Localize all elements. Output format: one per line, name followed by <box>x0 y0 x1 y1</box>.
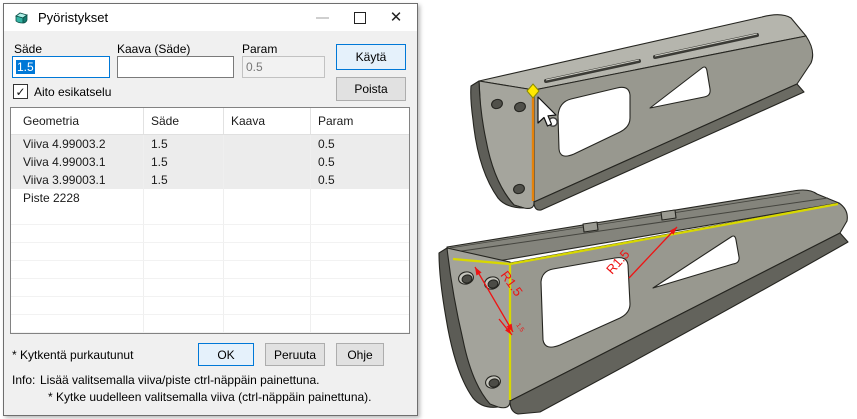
table-row[interactable]: Viiva 4.99003.21.5 0.5 <box>11 135 409 153</box>
table-cell[interactable]: 1.5 <box>144 153 224 171</box>
table-row[interactable]: Viiva 3.99003.11.5 0.5 <box>11 171 409 189</box>
maximize-button[interactable] <box>343 4 377 31</box>
table-row[interactable] <box>11 315 409 333</box>
table-row[interactable]: Viiva 4.99003.11.5 0.5 <box>11 153 409 171</box>
table-column-header[interactable]: Säde <box>144 108 224 134</box>
table-cell[interactable] <box>311 279 409 297</box>
preview-checkbox-label: Aito esikatselu <box>34 85 111 99</box>
cad-viewport[interactable]: R1.5 R1.5 1.5 <box>418 0 857 419</box>
table-cell[interactable] <box>224 279 311 297</box>
table-row[interactable] <box>11 261 409 279</box>
status-note: * Kytkentä purkautunut <box>12 348 133 362</box>
table-cell[interactable] <box>311 261 409 279</box>
table-cell[interactable] <box>11 297 144 315</box>
table-cell[interactable] <box>144 189 224 207</box>
checkbox-checked-icon[interactable]: ✓ <box>13 84 28 99</box>
table-row[interactable] <box>11 225 409 243</box>
dialog-titlebar[interactable]: Pyöristykset ✕ <box>4 4 417 31</box>
table-cell[interactable]: 1.5 <box>144 171 224 189</box>
table-cell[interactable] <box>224 189 311 207</box>
table-column-header[interactable]: Geometria <box>11 108 144 134</box>
minimize-icon <box>316 17 329 19</box>
minimize-button[interactable] <box>305 4 339 31</box>
table-cell[interactable] <box>11 261 144 279</box>
table-cell[interactable] <box>224 261 311 279</box>
table-cell[interactable]: 0.5 <box>311 135 409 153</box>
table-cell[interactable] <box>11 207 144 225</box>
table-column-header[interactable]: Param <box>311 108 409 134</box>
table-cell[interactable]: Viiva 4.99003.2 <box>11 135 144 153</box>
formula-label: Kaava (Säde) <box>117 42 190 56</box>
table-cell[interactable] <box>224 315 311 333</box>
help-button[interactable]: Ohje <box>336 343 384 366</box>
close-icon: ✕ <box>390 10 403 25</box>
table-cell[interactable] <box>311 243 409 261</box>
remove-button[interactable]: Poista <box>336 77 406 101</box>
radius-input-value: 1.5 <box>16 60 35 74</box>
formula-input[interactable] <box>117 56 234 78</box>
table-cell[interactable] <box>144 315 224 333</box>
table-cell[interactable] <box>11 225 144 243</box>
table-cell[interactable]: 1.5 <box>144 135 224 153</box>
geometry-table-header: GeometriaSädeKaavaParam <box>11 108 409 135</box>
ok-button[interactable]: OK <box>198 343 254 366</box>
table-row[interactable] <box>11 279 409 297</box>
table-cell[interactable]: Piste 2228 <box>11 189 144 207</box>
table-cell[interactable] <box>224 135 311 153</box>
table-cell[interactable] <box>11 279 144 297</box>
table-column-header[interactable]: Kaava <box>224 108 311 134</box>
radius-input[interactable]: 1.5 <box>12 56 110 78</box>
table-cell[interactable] <box>144 297 224 315</box>
geometry-table[interactable]: GeometriaSädeKaavaParam Viiva 4.99003.21… <box>10 107 410 334</box>
preview-checkbox-row[interactable]: ✓ Aito esikatselu <box>13 84 111 99</box>
table-cell[interactable] <box>11 243 144 261</box>
table-row[interactable] <box>11 207 409 225</box>
table-cell[interactable] <box>224 153 311 171</box>
table-cell[interactable] <box>11 315 144 333</box>
radius-label: Säde <box>14 42 42 56</box>
table-cell[interactable] <box>144 207 224 225</box>
table-cell[interactable] <box>311 225 409 243</box>
dialog-title: Pyöristykset <box>38 10 108 25</box>
table-cell[interactable] <box>311 315 409 333</box>
dialog-content: Säde Kaava (Säde) Param 1.5 0.5 Käytä Po… <box>4 31 417 413</box>
info-line-2: * Kytke uudelleen valitsemalla viiva (ct… <box>48 390 372 404</box>
table-cell[interactable] <box>224 171 311 189</box>
table-cell[interactable]: 0.5 <box>311 171 409 189</box>
table-cell[interactable]: Viiva 4.99003.1 <box>11 153 144 171</box>
fillet-icon <box>14 10 30 26</box>
table-cell[interactable] <box>144 279 224 297</box>
table-cell[interactable] <box>224 207 311 225</box>
table-cell[interactable] <box>144 261 224 279</box>
table-cell[interactable] <box>311 189 409 207</box>
table-cell[interactable] <box>144 243 224 261</box>
table-cell[interactable] <box>224 225 311 243</box>
table-cell[interactable] <box>311 207 409 225</box>
param-input-value: 0.5 <box>246 60 263 74</box>
param-input: 0.5 <box>242 56 325 78</box>
table-cell[interactable] <box>224 243 311 261</box>
table-row[interactable]: Piste 2228 <box>11 189 409 207</box>
bracket-top-model[interactable] <box>471 15 813 210</box>
info-label: Info: <box>12 373 35 387</box>
table-cell[interactable] <box>144 225 224 243</box>
app-stage: R1.5 R1.5 1.5 Pyöristykset ✕ <box>0 0 857 419</box>
table-cell[interactable]: 0.5 <box>311 153 409 171</box>
fillet-dialog: Pyöristykset ✕ Säde Kaava (Säde) Param 1… <box>3 3 418 416</box>
table-row[interactable] <box>11 297 409 315</box>
apply-button[interactable]: Käytä <box>336 44 406 70</box>
table-cell[interactable] <box>311 297 409 315</box>
slot-tab <box>661 210 676 220</box>
geometry-table-body: Viiva 4.99003.21.5 0.5 Viiva 4.99003.11.5 0… <box>11 135 409 333</box>
info-line-1: Lisää valitsemalla viiva/piste ctrl-näpp… <box>40 373 320 387</box>
param-label: Param <box>242 42 277 56</box>
table-cell[interactable]: Viiva 3.99003.1 <box>11 171 144 189</box>
table-cell[interactable] <box>224 297 311 315</box>
table-row[interactable] <box>11 243 409 261</box>
cancel-button[interactable]: Peruuta <box>265 343 325 366</box>
close-button[interactable]: ✕ <box>379 4 413 31</box>
slot-tab <box>583 222 598 232</box>
bracket-bottom-model[interactable] <box>439 190 848 414</box>
maximize-icon <box>354 12 366 24</box>
